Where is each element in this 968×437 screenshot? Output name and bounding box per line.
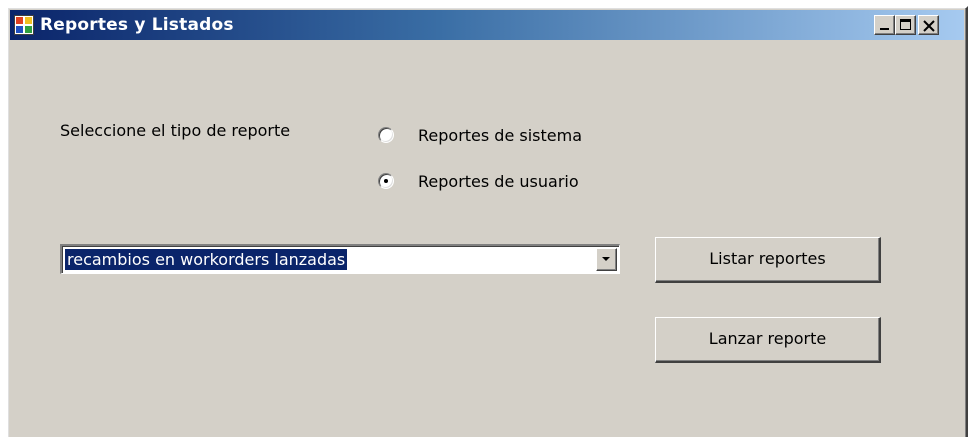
radio-reportes-usuario[interactable] [378,173,394,189]
close-icon [923,19,935,32]
app-icon [14,15,34,35]
listar-reportes-button[interactable]: Listar reportes [655,237,881,283]
report-select[interactable]: recambios en workorders lanzadas [60,244,620,274]
report-select-value[interactable]: recambios en workorders lanzadas [65,249,348,270]
maximize-icon [900,19,911,30]
minimize-icon [880,28,889,30]
chevron-down-icon [602,257,610,261]
title-bar[interactable]: Reportes y Listados [10,10,964,40]
lanzar-reporte-button[interactable]: Lanzar reporte [655,317,881,363]
radio-reportes-sistema[interactable] [378,127,394,143]
report-type-label: Seleccione el tipo de reporte [60,121,291,140]
reportes-window: Reportes y Listados [6,6,968,437]
minimize-button[interactable] [874,15,895,35]
close-button[interactable] [918,15,939,35]
window-title: Reportes y Listados [40,15,234,35]
radio-selected-dot [384,179,388,183]
report-select-dropdown-button[interactable] [596,248,617,271]
radio-label-sistema[interactable]: Reportes de sistema [418,126,582,145]
radio-label-usuario[interactable]: Reportes de usuario [418,172,579,191]
maximize-button[interactable] [895,15,916,35]
